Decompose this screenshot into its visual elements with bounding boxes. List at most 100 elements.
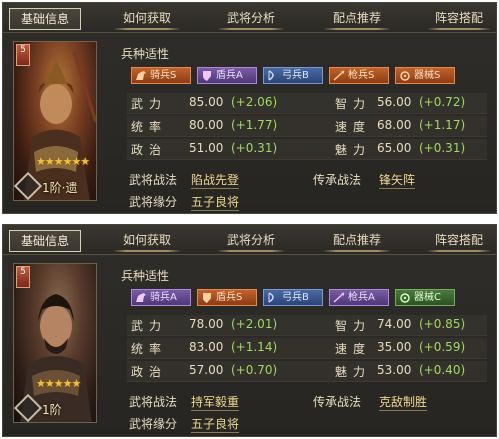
tier-badge: 5 <box>16 266 30 288</box>
tab-basic-info[interactable]: 基础信息 <box>9 230 81 252</box>
general-tactic-link[interactable]: 持军毅重 <box>191 393 240 411</box>
stat-value-intellect: 74.00 <box>377 317 412 331</box>
tab-point-recommend[interactable]: 配点推荐 <box>317 230 397 252</box>
troop-archer: 弓兵B <box>263 289 323 306</box>
siege-icon <box>400 293 410 303</box>
fate-label: 武将缘分 <box>129 195 178 209</box>
stat-value-command: 83.00 <box>189 340 224 354</box>
tab-lineup[interactable]: 阵容搭配 <box>421 230 497 252</box>
tab-label: 如何获取 <box>122 233 171 247</box>
fate-row: 武将缘分 五子良将 <box>127 413 487 435</box>
general-tactic-label: 武将战法 <box>129 173 178 187</box>
stat-row: 政治 57.00 (+0.70) 魅力 53.00 (+0.40) <box>127 361 487 382</box>
stat-row: 武力 85.00 (+2.06) 智力 56.00 (+0.72) <box>127 93 487 114</box>
general-portrait: 5 ★★★★★ 1阶 <box>13 263 97 423</box>
horse-icon <box>136 293 146 302</box>
siege-icon <box>400 71 410 81</box>
bow-icon <box>268 70 274 81</box>
tactic-row: 武将战法 陷战先登 传承战法 锋矢阵 <box>127 169 487 191</box>
tactic-row: 武将战法 持军毅重 传承战法 克敌制胜 <box>127 391 487 413</box>
stat-name-force: 武力 <box>131 97 168 111</box>
tab-analysis[interactable]: 武将分析 <box>211 8 291 30</box>
troop-siege: 器械C <box>395 289 455 306</box>
stat-row: 武力 78.00 (+2.01) 智力 74.00 (+0.85) <box>127 315 487 336</box>
stat-bonus-politics: (+0.70) <box>231 363 278 377</box>
tier-value: 5 <box>20 45 26 55</box>
troop-label: 盾兵S <box>216 292 243 303</box>
fate-row: 武将缘分 五子良将 <box>127 191 487 213</box>
stat-value-politics: 51.00 <box>189 141 224 155</box>
stat-bonus-speed: (+0.59) <box>419 340 466 354</box>
stat-value-command: 80.00 <box>189 118 224 132</box>
stat-bonus-politics: (+0.31) <box>231 141 278 155</box>
stat-name-command: 统率 <box>131 342 168 356</box>
general-tactic-link[interactable]: 陷战先登 <box>191 171 240 189</box>
shield-icon <box>203 71 211 81</box>
tab-label: 如何获取 <box>122 11 171 25</box>
tab-basic-info[interactable]: 基础信息 <box>9 8 81 30</box>
troop-label: 器械C <box>414 292 441 303</box>
general-portrait: 5 ★★★★★★ 1阶·遗 <box>13 41 97 201</box>
stat-value-speed: 35.00 <box>377 340 412 354</box>
tab-label: 阵容搭配 <box>434 233 483 247</box>
stat-bonus-speed: (+1.17) <box>419 118 466 132</box>
tab-analysis[interactable]: 武将分析 <box>211 230 291 252</box>
stat-bonus-charm: (+0.40) <box>419 363 466 377</box>
spear-icon <box>333 292 345 303</box>
stat-name-speed: 速度 <box>335 120 372 134</box>
tab-bar: 基础信息 如何获取 武将分析 配点推荐 阵容搭配 <box>3 3 496 33</box>
tab-how-to-get[interactable]: 如何获取 <box>107 8 187 30</box>
stat-bonus-command: (+1.14) <box>231 340 278 354</box>
stat-value-force: 85.00 <box>189 95 224 109</box>
troop-label: 盾兵A <box>216 70 243 81</box>
tab-label: 配点推荐 <box>332 233 381 247</box>
tab-lineup[interactable]: 阵容搭配 <box>421 8 497 30</box>
troop-archer: 弓兵B <box>263 67 323 84</box>
troop-spear: 枪兵A <box>329 289 389 306</box>
stat-value-charm: 65.00 <box>377 141 412 155</box>
tier-badge: 5 <box>16 44 30 66</box>
rank-label: 1阶·遗 <box>42 181 78 195</box>
tab-label: 武将分析 <box>226 233 275 247</box>
stat-value-speed: 68.00 <box>377 118 412 132</box>
stat-row: 政治 51.00 (+0.31) 魅力 65.00 (+0.31) <box>127 139 487 160</box>
horse-icon <box>136 71 146 80</box>
troop-shield: 盾兵S <box>197 289 257 306</box>
tab-label: 基础信息 <box>20 234 69 248</box>
stat-name-force: 武力 <box>131 319 168 333</box>
stat-value-force: 78.00 <box>189 317 224 331</box>
tab-point-recommend[interactable]: 配点推荐 <box>317 8 397 30</box>
stat-name-politics: 政治 <box>131 143 168 157</box>
inherit-tactic-link[interactable]: 锋矢阵 <box>379 171 416 189</box>
stat-bonus-intellect: (+0.72) <box>419 95 466 109</box>
general-tactic-label: 武将战法 <box>129 395 178 409</box>
fate-link[interactable]: 五子良将 <box>191 193 240 211</box>
stat-bonus-charm: (+0.31) <box>419 141 466 155</box>
stat-value-intellect: 56.00 <box>377 95 412 109</box>
inherit-tactic-link[interactable]: 克敌制胜 <box>379 393 428 411</box>
stat-row: 统率 80.00 (+1.77) 速度 68.00 (+1.17) <box>127 116 487 137</box>
troop-aptitude-title: 兵种适性 <box>121 269 170 283</box>
stat-name-charm: 魅力 <box>335 143 372 157</box>
troop-label: 骑兵S <box>150 70 177 81</box>
fate-link[interactable]: 五子良将 <box>191 415 240 433</box>
tab-label: 基础信息 <box>20 12 69 26</box>
stat-name-command: 统率 <box>131 120 168 134</box>
star-rating: ★★★★★★ <box>36 155 90 168</box>
stat-bonus-command: (+1.77) <box>231 118 278 132</box>
troop-siege: 器械S <box>395 67 455 84</box>
troop-aptitude-title: 兵种适性 <box>121 47 170 61</box>
troop-label: 骑兵A <box>150 292 177 303</box>
general-info-panel: 基础信息 如何获取 武将分析 配点推荐 阵容搭配 5 ★★★★★★ 1阶·遗 兵… <box>2 2 497 214</box>
star-rating: ★★★★★ <box>36 377 81 390</box>
bow-icon <box>268 292 274 303</box>
spear-icon <box>333 70 345 81</box>
stat-name-intellect: 智力 <box>335 97 372 111</box>
tab-how-to-get[interactable]: 如何获取 <box>107 230 187 252</box>
troop-label: 器械S <box>414 70 441 81</box>
stat-name-politics: 政治 <box>131 365 168 379</box>
stat-bonus-intellect: (+0.85) <box>419 317 466 331</box>
fate-label: 武将缘分 <box>129 417 178 431</box>
inherit-tactic-label: 传承战法 <box>313 173 362 187</box>
stat-name-speed: 速度 <box>335 342 372 356</box>
